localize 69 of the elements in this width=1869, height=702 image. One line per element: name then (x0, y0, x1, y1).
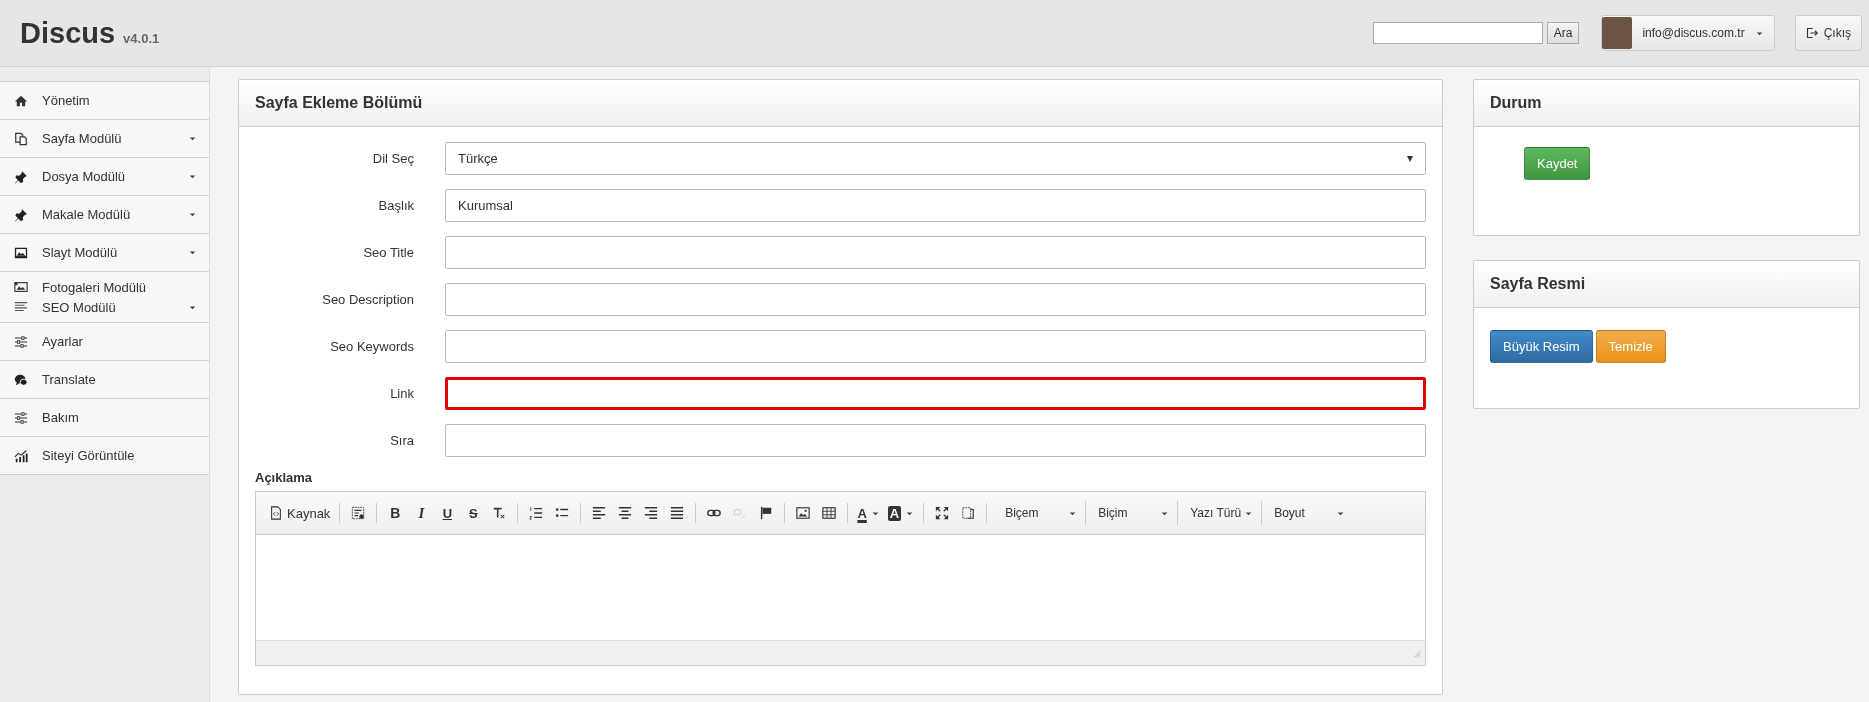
field-label: Sıra (389, 433, 415, 448)
clear-format-icon (492, 506, 507, 520)
toolbar-dropdown[interactable]: Boyut (1261, 501, 1352, 525)
pin-icon (14, 169, 28, 184)
rich-text-editor[interactable]: Kaynak B I U S A A Biçem Biçim Yazı Türü Boyut (255, 491, 1426, 666)
text-field[interactable] (445, 424, 1426, 457)
bulleted-list-icon (555, 506, 570, 520)
avatar-placeholder (1602, 17, 1633, 49)
numbered-list-icon (529, 506, 544, 520)
field-label: Seo Description (321, 292, 415, 307)
pages-icon (14, 131, 28, 146)
picture-icon (14, 245, 28, 260)
panel-title: Sayfa Ekleme Bölümü (239, 80, 1442, 127)
toolbar-button[interactable]: A (884, 501, 918, 525)
toolbar-button[interactable]: U (435, 501, 460, 525)
text-field[interactable] (445, 236, 1426, 269)
toolbar-dropdown[interactable]: Biçim (1085, 501, 1176, 525)
user-menu-button[interactable]: info@discus.com.tr (1601, 15, 1775, 51)
pin-icon (14, 207, 28, 222)
unlink-icon (733, 506, 748, 520)
sliders-icon (14, 410, 28, 425)
field-label: Seo Title (362, 245, 415, 260)
photos-icon (14, 280, 28, 294)
resize-grip-icon (1411, 648, 1421, 658)
justify-icon (670, 506, 685, 520)
flag-icon (759, 506, 774, 520)
document-icon (269, 506, 283, 520)
sliders-icon (14, 334, 28, 349)
bar-chart-icon (14, 448, 28, 463)
toolbar-button[interactable]: B (383, 501, 408, 525)
language-select[interactable]: Türkçe (445, 142, 1426, 175)
toolbar-button[interactable]: Kaynak (266, 501, 334, 525)
toolbar-dropdown[interactable]: Yazı Türü (1177, 501, 1260, 525)
template-icon (351, 506, 366, 520)
lines-icon (14, 300, 28, 314)
align-right-icon (644, 506, 659, 520)
text-field[interactable] (445, 377, 1426, 410)
logout-button[interactable]: Çıkış (1794, 15, 1862, 51)
table-icon (822, 506, 837, 520)
toolbar-button[interactable]: A (854, 501, 883, 525)
text-field[interactable] (445, 283, 1426, 316)
version-label: v4.0.1 (123, 30, 160, 46)
dropdown-arrow-icon (1407, 155, 1413, 162)
maximize-icon (935, 506, 950, 520)
blocks-icon (961, 506, 976, 520)
field-label: Link (389, 386, 415, 401)
search-button[interactable]: Ara (1546, 22, 1580, 44)
logout-icon (1805, 27, 1818, 39)
align-left-icon (592, 506, 607, 520)
chat-icon (14, 372, 28, 387)
image-action-button[interactable]: Büyük Resim (1490, 330, 1593, 363)
toolbar-dropdown[interactable]: Biçem (993, 501, 1084, 525)
home-icon (14, 93, 28, 108)
field-label: Seo Keywords (329, 339, 415, 354)
text-field[interactable] (445, 330, 1426, 363)
field-label: Açıklama (255, 470, 314, 485)
sidebar-item[interactable]: Fotogaleri Modülü (0, 277, 209, 297)
panel-title: Sayfa Resmi (1474, 261, 1859, 308)
field-label: Başlık (377, 198, 415, 213)
search-field[interactable] (1372, 22, 1543, 44)
app-logo: Discus (20, 16, 116, 50)
panel-title: Durum (1474, 80, 1859, 127)
sidebar-item[interactable]: SEO Modülü (0, 297, 209, 317)
field-label: Dil Seç (371, 151, 415, 166)
toolbar-button[interactable]: I (409, 501, 434, 525)
align-center-icon (618, 506, 633, 520)
image-icon (796, 506, 811, 520)
toolbar-button[interactable]: S (461, 501, 486, 525)
text-field[interactable]: Kurumsal (445, 189, 1426, 222)
